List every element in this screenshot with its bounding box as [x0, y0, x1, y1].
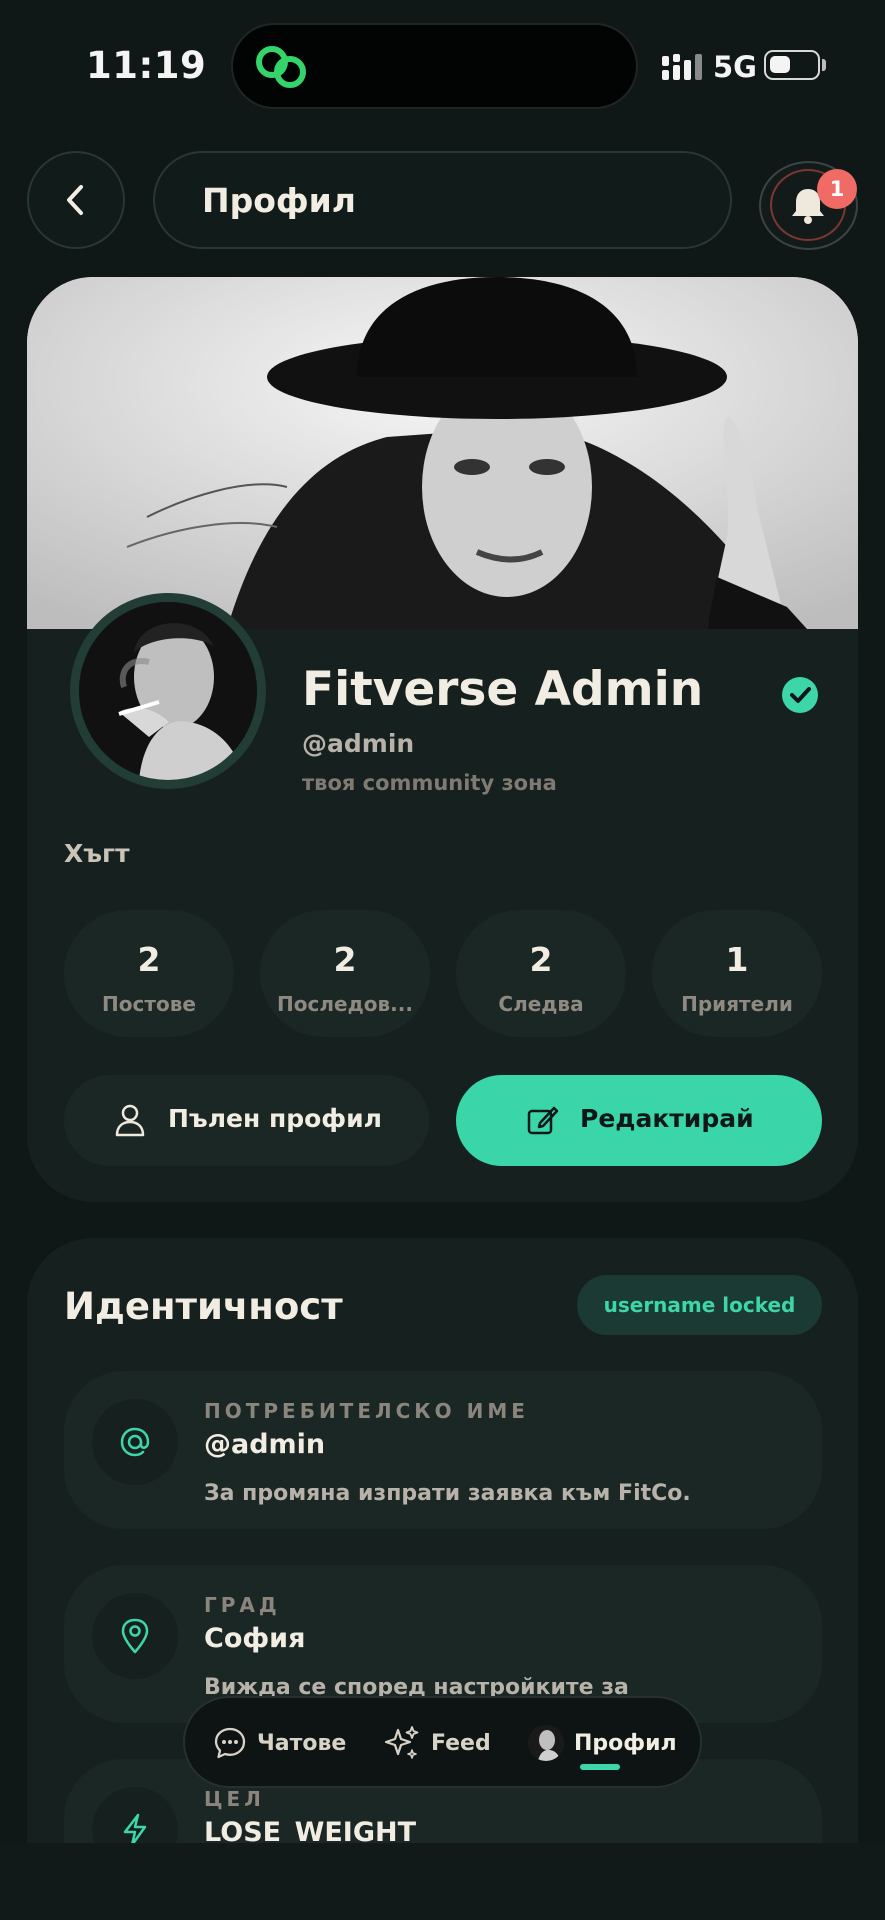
at-icon: [92, 1399, 178, 1485]
nav-item-chats[interactable]: Чатове: [213, 1716, 346, 1770]
nav-label: Профил: [574, 1730, 677, 1756]
stat-value: 2: [137, 940, 161, 979]
stat-followers[interactable]: 2 Последов...: [260, 910, 430, 1037]
stat-label: Постове: [102, 992, 196, 1016]
bottom-nav: Чатове Feed Профил: [183, 1696, 702, 1788]
location-pin-icon: [92, 1593, 178, 1679]
nav-label: Feed: [431, 1730, 491, 1756]
stat-posts[interactable]: 2 Постове: [64, 910, 234, 1037]
username-info: ПОТРЕБИТЕЛСКО ИМЕ @admin За промяна изпр…: [64, 1371, 822, 1529]
avatar: [79, 602, 257, 780]
chevron-left-icon: [67, 185, 83, 215]
stat-value: 2: [333, 940, 357, 979]
avatar-ring[interactable]: [70, 593, 266, 789]
display-name: Fitverse Admin: [302, 662, 704, 717]
status-bar: 11:19 5G: [0, 0, 885, 120]
sparkles-icon: [384, 1726, 419, 1759]
stat-following[interactable]: 2 Следва: [456, 910, 626, 1037]
stat-friends[interactable]: 1 Приятели: [652, 910, 822, 1037]
stat-value: 1: [725, 940, 749, 979]
battery-tip: [822, 59, 826, 71]
avatar: [528, 1725, 564, 1761]
cover-photo: [27, 277, 858, 629]
identity-card: Идентичност username locked ПОТРЕБИТЕЛСК…: [27, 1238, 858, 1920]
edit-profile-label: Редактирай: [580, 1104, 754, 1133]
edit-icon: [527, 1106, 559, 1135]
nav-label: Чатове: [257, 1730, 347, 1756]
avatar-image: [79, 602, 257, 780]
chat-bubble-icon: [214, 1727, 246, 1759]
nav-item-profile[interactable]: Профил: [528, 1716, 677, 1770]
nav-item-feed[interactable]: Feed: [383, 1716, 491, 1770]
back-button[interactable]: [27, 151, 125, 249]
stat-label: Приятели: [681, 992, 793, 1016]
info-label: ГРАД: [204, 1593, 281, 1617]
info-desc: За промяна изпрати заявка към FitCo.: [204, 1481, 691, 1506]
identity-section-title: Идентичност: [64, 1285, 343, 1328]
info-label: ПОТРЕБИТЕЛСКО ИМЕ: [204, 1399, 529, 1423]
info-value: София: [204, 1623, 306, 1654]
info-value: @admin: [204, 1429, 326, 1460]
stat-label: Последов...: [277, 992, 413, 1016]
info-label: ЦЕЛ: [204, 1787, 265, 1811]
user-icon: [115, 1104, 145, 1137]
full-profile-label: Пълен профил: [168, 1104, 382, 1133]
full-profile-button[interactable]: Пълен профил: [64, 1075, 429, 1166]
profile-tagline: твоя community зона: [302, 771, 557, 795]
status-time: 11:19: [86, 44, 207, 87]
active-tab-indicator: [580, 1764, 620, 1770]
notifications-button[interactable]: 1: [759, 161, 858, 250]
notification-badge: 1: [817, 169, 857, 209]
dynamic-island: [231, 23, 638, 109]
stat-value: 2: [529, 940, 553, 979]
verified-icon: [782, 677, 818, 713]
edit-profile-button[interactable]: Редактирай: [456, 1075, 822, 1166]
app-logo-icon: [256, 46, 306, 88]
page-title: Профил: [202, 181, 356, 220]
cover-photo-image: [27, 277, 858, 629]
profile-bio: Хъгт: [64, 839, 130, 868]
network-label: 5G: [713, 50, 757, 84]
profile-handle: @admin: [302, 729, 415, 758]
stat-label: Следва: [498, 992, 584, 1016]
bottom-area: [0, 1843, 885, 1920]
profile-card: Fitverse Admin @admin твоя community зон…: [27, 277, 858, 1202]
page-title-pill: Профил: [153, 151, 732, 249]
username-locked-badge: username locked: [577, 1275, 822, 1335]
battery-icon: [764, 50, 820, 80]
signal-icon: [662, 54, 702, 80]
